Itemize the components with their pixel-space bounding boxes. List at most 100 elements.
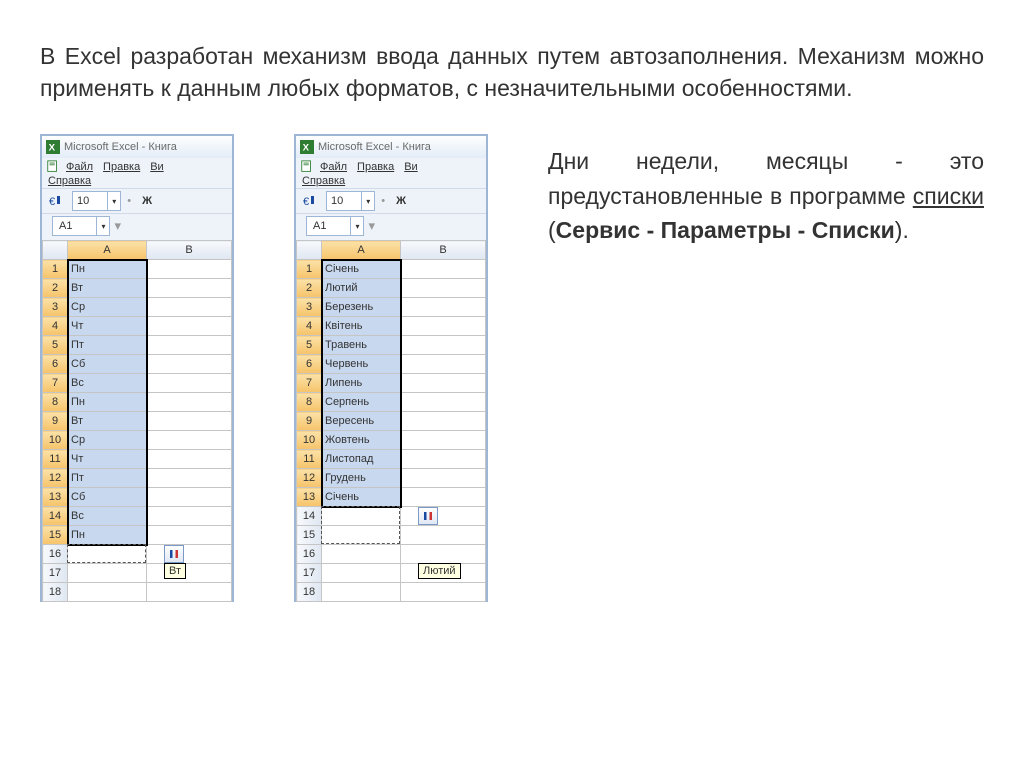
cell[interactable]: Червень bbox=[322, 355, 401, 374]
cell[interactable] bbox=[147, 450, 232, 469]
row-header[interactable]: 5 bbox=[43, 336, 68, 355]
row-header[interactable]: 18 bbox=[43, 583, 68, 602]
cell[interactable]: Лютий bbox=[322, 279, 401, 298]
row-header[interactable]: 16 bbox=[43, 545, 68, 564]
cell[interactable]: Січень bbox=[322, 488, 401, 507]
cell[interactable] bbox=[68, 583, 147, 602]
row-header[interactable]: 6 bbox=[43, 355, 68, 374]
menu-view-trunc[interactable]: Ви bbox=[146, 160, 167, 174]
cell[interactable]: Грудень bbox=[322, 469, 401, 488]
row-header[interactable]: 13 bbox=[297, 488, 322, 507]
name-box[interactable]: A1 ▾ bbox=[52, 216, 110, 236]
column-header-b[interactable]: B bbox=[147, 241, 232, 260]
menu-file[interactable]: Файл bbox=[316, 160, 351, 174]
row-header[interactable]: 14 bbox=[43, 507, 68, 526]
cell[interactable]: Жовтень bbox=[322, 431, 401, 450]
cell[interactable] bbox=[147, 507, 232, 526]
spreadsheet-grid[interactable]: A B 1Січень2Лютий3Березень4Квітень5Траве… bbox=[296, 240, 486, 602]
cell[interactable] bbox=[401, 545, 486, 564]
row-header[interactable]: 12 bbox=[297, 469, 322, 488]
row-header[interactable]: 17 bbox=[43, 564, 68, 583]
menu-view-trunc[interactable]: Ви bbox=[400, 160, 421, 174]
cell[interactable]: Чт bbox=[68, 317, 147, 336]
row-header[interactable]: 7 bbox=[43, 374, 68, 393]
cell[interactable] bbox=[322, 545, 401, 564]
cell[interactable] bbox=[147, 412, 232, 431]
cell[interactable]: Ср bbox=[68, 298, 147, 317]
cell[interactable]: Пн bbox=[68, 526, 147, 545]
row-header[interactable]: 17 bbox=[297, 564, 322, 583]
cell[interactable]: Вт bbox=[68, 412, 147, 431]
row-header[interactable]: 15 bbox=[297, 526, 322, 545]
row-header[interactable]: 8 bbox=[297, 393, 322, 412]
cell[interactable]: Липень bbox=[322, 374, 401, 393]
row-header[interactable]: 10 bbox=[297, 431, 322, 450]
menu-edit[interactable]: Правка bbox=[99, 160, 144, 174]
row-header[interactable]: 11 bbox=[297, 450, 322, 469]
cell[interactable] bbox=[147, 488, 232, 507]
row-header[interactable]: 15 bbox=[43, 526, 68, 545]
cell[interactable] bbox=[401, 355, 486, 374]
row-header[interactable]: 9 bbox=[297, 412, 322, 431]
menu-help[interactable]: Справка bbox=[302, 175, 345, 187]
cell[interactable]: Травень bbox=[322, 336, 401, 355]
spreadsheet-grid[interactable]: A B 1Пн2Вт3Ср4Чт5Пт6Сб7Вс8Пн9Вт10Ср11Чт1… bbox=[42, 240, 232, 602]
cell[interactable] bbox=[147, 260, 232, 279]
row-header[interactable]: 8 bbox=[43, 393, 68, 412]
cell[interactable] bbox=[401, 260, 486, 279]
cell[interactable] bbox=[68, 564, 147, 583]
cell[interactable]: Січень bbox=[322, 260, 401, 279]
cell[interactable] bbox=[401, 469, 486, 488]
cell[interactable]: Пт bbox=[68, 469, 147, 488]
cell[interactable] bbox=[147, 431, 232, 450]
menu-file[interactable]: Файл bbox=[62, 160, 97, 174]
euro-button[interactable]: € bbox=[46, 191, 66, 211]
cell[interactable]: Вс bbox=[68, 507, 147, 526]
column-header-b[interactable]: B bbox=[401, 241, 486, 260]
bold-button[interactable]: Ж bbox=[137, 191, 157, 211]
row-header[interactable]: 12 bbox=[43, 469, 68, 488]
cell[interactable] bbox=[401, 393, 486, 412]
cell[interactable] bbox=[147, 469, 232, 488]
cell[interactable]: Пт bbox=[68, 336, 147, 355]
row-header[interactable]: 1 bbox=[297, 260, 322, 279]
row-header[interactable]: 9 bbox=[43, 412, 68, 431]
row-header[interactable]: 3 bbox=[297, 298, 322, 317]
row-header[interactable]: 2 bbox=[297, 279, 322, 298]
column-header-a[interactable]: A bbox=[68, 241, 147, 260]
cell[interactable] bbox=[401, 374, 486, 393]
row-header[interactable]: 4 bbox=[297, 317, 322, 336]
font-size-dropdown[interactable]: 10 ▾ bbox=[72, 191, 121, 211]
row-header[interactable]: 16 bbox=[297, 545, 322, 564]
row-header[interactable]: 18 bbox=[297, 583, 322, 602]
cell[interactable] bbox=[147, 526, 232, 545]
cell[interactable]: Березень bbox=[322, 298, 401, 317]
cell[interactable]: Вт bbox=[68, 279, 147, 298]
cell[interactable] bbox=[147, 279, 232, 298]
row-header[interactable]: 6 bbox=[297, 355, 322, 374]
cell[interactable] bbox=[147, 393, 232, 412]
row-header[interactable]: 5 bbox=[297, 336, 322, 355]
euro-button[interactable]: € bbox=[300, 191, 320, 211]
cell[interactable] bbox=[322, 507, 401, 526]
cell[interactable] bbox=[401, 488, 486, 507]
menu-help[interactable]: Справка bbox=[48, 175, 91, 187]
row-header[interactable]: 3 bbox=[43, 298, 68, 317]
cell[interactable]: Сб bbox=[68, 355, 147, 374]
select-all-corner[interactable] bbox=[43, 241, 68, 260]
row-header[interactable]: 13 bbox=[43, 488, 68, 507]
cell[interactable]: Пн bbox=[68, 260, 147, 279]
cell[interactable]: Серпень bbox=[322, 393, 401, 412]
cell[interactable] bbox=[322, 526, 401, 545]
cell[interactable] bbox=[401, 507, 486, 526]
cell[interactable] bbox=[147, 374, 232, 393]
menu-edit[interactable]: Правка bbox=[353, 160, 398, 174]
cell[interactable] bbox=[401, 336, 486, 355]
row-header[interactable]: 10 bbox=[43, 431, 68, 450]
cell[interactable] bbox=[401, 431, 486, 450]
autofill-options-icon[interactable] bbox=[418, 507, 438, 525]
cell[interactable]: Вс bbox=[68, 374, 147, 393]
row-header[interactable]: 11 bbox=[43, 450, 68, 469]
cell[interactable]: Чт bbox=[68, 450, 147, 469]
row-header[interactable]: 14 bbox=[297, 507, 322, 526]
